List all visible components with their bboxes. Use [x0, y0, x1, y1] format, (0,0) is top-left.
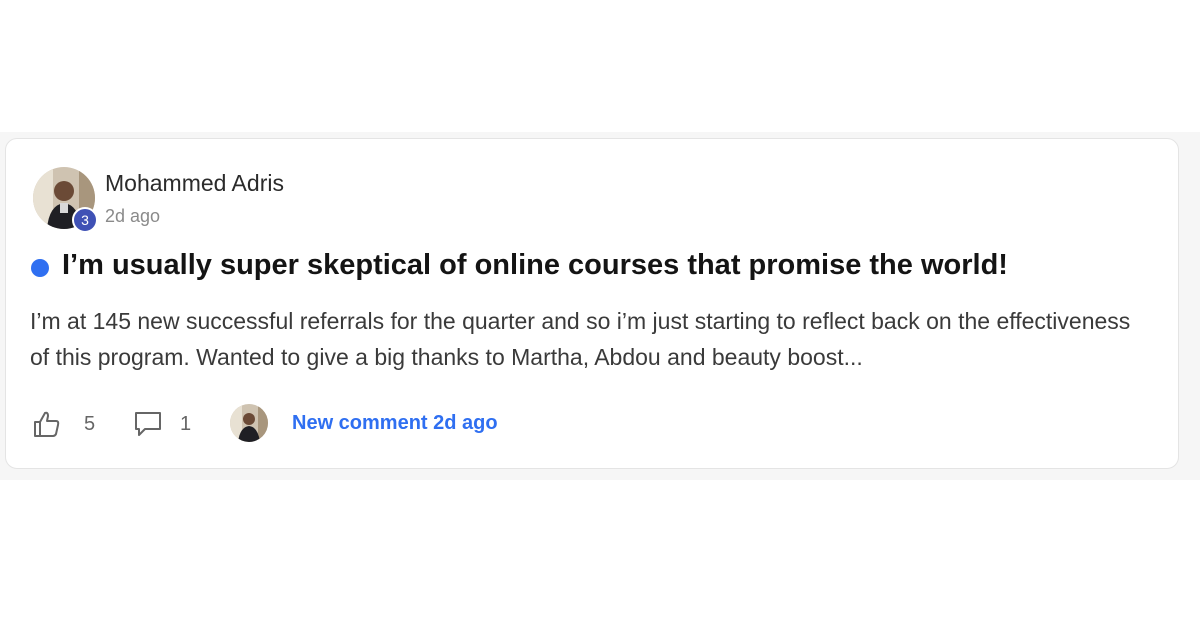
author-level-badge: 3 — [72, 207, 98, 233]
comment-bubble-icon[interactable] — [133, 410, 163, 438]
like-count: 5 — [84, 413, 96, 435]
post-timestamp: 2d ago — [105, 206, 161, 226]
author-avatar-container[interactable]: 3 — [33, 167, 98, 233]
post-card[interactable]: 3 Mohammed Adris 2d ago I’m usually supe… — [5, 138, 1179, 469]
unread-dot-icon — [31, 259, 49, 277]
post-title[interactable]: I’m usually super skeptical of online co… — [62, 249, 1008, 282]
thumbs-up-icon[interactable] — [32, 409, 62, 439]
post-excerpt[interactable]: I’m at 145 new successful referrals for … — [30, 303, 1140, 375]
post-actions: 5 1 New comment 2d ago — [30, 403, 630, 445]
latest-comment-link[interactable]: New comment 2d ago — [292, 412, 498, 435]
author-name[interactable]: Mohammed Adris — [105, 170, 284, 197]
commenter-avatar[interactable] — [230, 404, 268, 442]
comment-count: 1 — [180, 413, 192, 435]
